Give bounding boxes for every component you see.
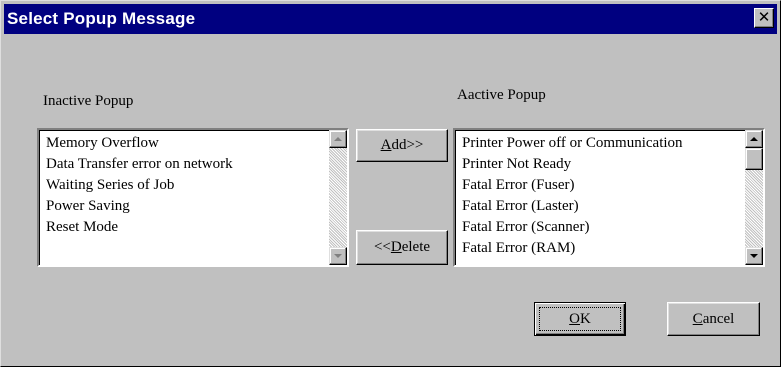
delete-button[interactable]: <<Delete: [356, 230, 448, 265]
delete-button-mnemonic: D: [390, 239, 402, 255]
list-item[interactable]: Fatal Error (Fuser): [462, 175, 741, 196]
active-popup-label: Aactive Popup: [457, 87, 546, 103]
inactive-list-items: Memory Overflow Data Transfer error on n…: [46, 133, 325, 265]
list-item[interactable]: Waiting Series of Job: [46, 175, 325, 196]
cancel-button-label: ancel: [702, 311, 735, 327]
list-item[interactable]: Printer Power off or Communication: [462, 133, 741, 154]
add-button[interactable]: Add>>: [356, 129, 448, 162]
add-button-label: dd>>: [391, 137, 424, 153]
list-item[interactable]: Memory Overflow: [46, 133, 325, 154]
active-list-items: Printer Power off or Communication Print…: [462, 133, 741, 265]
inactive-list-scrollbar[interactable]: [329, 130, 347, 265]
title-bar[interactable]: Select Popup Message ✕: [4, 4, 777, 34]
list-item[interactable]: Power Saving: [46, 196, 325, 217]
ok-button-label: K: [580, 311, 591, 327]
inactive-popup-list[interactable]: Memory Overflow Data Transfer error on n…: [37, 128, 349, 267]
delete-button-label-pre: <<: [373, 239, 391, 255]
scroll-up-button[interactable]: [329, 130, 347, 148]
list-item[interactable]: Reset Mode: [46, 217, 325, 238]
list-item[interactable]: Fatal Error (RAM): [462, 238, 741, 259]
scroll-down-button[interactable]: [329, 247, 347, 265]
cancel-button-mnemonic: C: [692, 311, 703, 327]
arrow-up-icon: [334, 137, 342, 141]
arrow-up-icon: [750, 137, 758, 141]
close-icon: ✕: [757, 9, 771, 26]
scroll-thumb[interactable]: [745, 148, 763, 170]
arrow-down-icon: [750, 254, 758, 258]
active-popup-list[interactable]: Printer Power off or Communication Print…: [453, 128, 765, 267]
select-popup-dialog: Select Popup Message ✕ Inactive Popup Aa…: [0, 0, 781, 367]
close-button[interactable]: ✕: [754, 8, 774, 28]
scroll-up-button[interactable]: [745, 130, 763, 148]
ok-button[interactable]: OK: [534, 302, 626, 336]
list-item[interactable]: Fatal Error (Laster): [462, 196, 741, 217]
scroll-down-button[interactable]: [745, 247, 763, 265]
arrow-down-icon: [334, 254, 342, 258]
ok-button-mnemonic: O: [569, 311, 580, 327]
add-button-mnemonic: A: [380, 137, 392, 153]
inactive-popup-label: Inactive Popup: [43, 93, 134, 109]
cancel-button[interactable]: Cancel: [667, 302, 760, 336]
list-item[interactable]: Fatal Error (Scanner): [462, 217, 741, 238]
window-title: Select Popup Message: [7, 9, 196, 28]
delete-button-label: elete: [401, 239, 431, 255]
list-item[interactable]: Printer Not Ready: [462, 154, 741, 175]
list-item[interactable]: Data Transfer error on network: [46, 154, 325, 175]
active-list-scrollbar[interactable]: [745, 130, 763, 265]
